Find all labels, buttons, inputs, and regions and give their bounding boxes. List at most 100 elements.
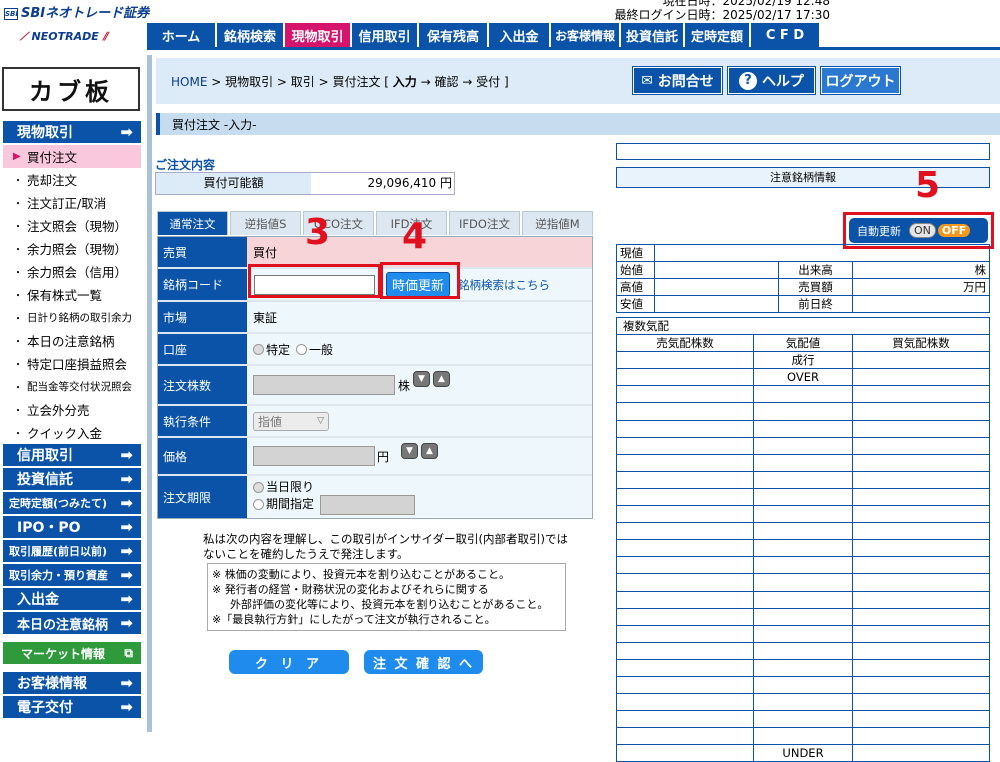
price-down-icon[interactable]: ▼ bbox=[401, 443, 419, 459]
table-row bbox=[616, 539, 990, 558]
sidebar-item-caution-stocks[interactable]: ・本日の注意銘柄 bbox=[3, 329, 141, 352]
logout-button[interactable]: ログアウト bbox=[820, 66, 901, 95]
stock-search-link[interactable]: 銘柄検索はこちら bbox=[458, 277, 550, 293]
sidebar-item-capacity-cash[interactable]: ・余力照会（現物） bbox=[3, 237, 141, 260]
table-row bbox=[616, 624, 990, 643]
sidebar-item-tokutei-pl[interactable]: ・特定口座損益照会 bbox=[3, 352, 141, 375]
annotation-number-4: 4 bbox=[402, 216, 428, 257]
arrow-right-icon: ➡ bbox=[120, 614, 133, 632]
tab-normal-order[interactable]: 通常注文 bbox=[157, 211, 228, 235]
sidebar-divider bbox=[147, 55, 152, 732]
arrow-right-icon: ➡ bbox=[120, 470, 133, 488]
auto-update-on[interactable]: ON bbox=[909, 223, 936, 238]
quantity-up-icon[interactable]: ▲ bbox=[433, 371, 451, 387]
sidebar-item-daytrade-capacity[interactable]: ・日計り銘柄の取引余力 bbox=[3, 306, 141, 329]
sidebar-section-ipo[interactable]: IPO・PO ➡ bbox=[3, 516, 141, 538]
nav-investment-trust[interactable]: 投資信託 bbox=[621, 23, 683, 48]
table-row bbox=[616, 693, 990, 712]
sidebar-section-margin[interactable]: 信用取引 ➡ bbox=[3, 444, 141, 466]
triangle-right-icon: ▶ bbox=[13, 151, 21, 162]
table-row bbox=[616, 402, 990, 421]
auto-update-off[interactable]: OFF bbox=[937, 224, 971, 237]
sidebar-section-caution[interactable]: 本日の注意銘柄 ➡ bbox=[3, 612, 141, 634]
price-input[interactable] bbox=[253, 446, 375, 466]
condition-select[interactable]: 指値 ▽ bbox=[253, 411, 329, 431]
nav-cfd[interactable]: C F D bbox=[751, 23, 819, 48]
nav-holdings[interactable]: 保有残高 bbox=[419, 23, 487, 48]
nav-deposit-withdrawal[interactable]: 入出金 bbox=[489, 23, 549, 48]
highlight-box-4 bbox=[380, 262, 460, 299]
chevron-down-icon: ▽ bbox=[317, 416, 324, 426]
breadcrumb-home[interactable]: HOME bbox=[171, 75, 207, 89]
kabuita-banner[interactable]: カブ板 bbox=[2, 67, 140, 111]
row-quantity: 注文株数株 ▼ ▲ bbox=[158, 366, 592, 406]
sidebar-section-tsumitate[interactable]: 定時定額(つみたて) ➡ bbox=[3, 492, 141, 514]
row-market: 市場 東証 bbox=[158, 302, 592, 334]
neotrade-logo: ⟋ NEOTRADE ⫽ bbox=[20, 30, 108, 43]
table-row bbox=[616, 385, 990, 404]
term-today-radio[interactable] bbox=[253, 481, 264, 493]
breadcrumb: HOME > 現物取引 > 取引 > 買付注文 [ 入力 → 確認 → 受付 ] bbox=[171, 75, 509, 89]
page-title: 買付注文 -入力- bbox=[156, 113, 1000, 135]
row-term: 注文期限 当日限り 期間指定 bbox=[158, 476, 592, 518]
sidebar-section-history[interactable]: 取引履歴(前日以前) ➡ bbox=[3, 540, 141, 562]
sidebar-market-info[interactable]: マーケット情報 ⧉ bbox=[3, 642, 141, 664]
sidebar-item-dividend-status[interactable]: ・配当金等交付状況照会 bbox=[3, 375, 141, 398]
sidebar-section-e-delivery[interactable]: 電子交付 ➡ bbox=[3, 696, 141, 718]
tab-stop-m[interactable]: 逆指値M bbox=[522, 211, 593, 235]
order-section-label: ご注文内容 bbox=[155, 158, 216, 172]
mail-icon: ✉ bbox=[641, 72, 653, 89]
table-row bbox=[616, 675, 990, 695]
account-tokutei-radio[interactable] bbox=[253, 343, 264, 355]
sidebar-item-buy-order[interactable]: ▶ 買付注文 bbox=[3, 145, 141, 168]
sidebar-section-deposit[interactable]: 入出金 ➡ bbox=[3, 588, 141, 610]
sidebar-section-investment-trust[interactable]: 投資信託 ➡ bbox=[3, 468, 141, 490]
table-row bbox=[616, 710, 990, 729]
table-row bbox=[616, 727, 990, 746]
arrow-right-icon: ➡ bbox=[120, 674, 133, 692]
term-period-radio[interactable] bbox=[253, 499, 264, 510]
price-up-icon[interactable]: ▲ bbox=[421, 443, 439, 459]
sidebar-item-sell-order[interactable]: ・売却注文 bbox=[3, 168, 141, 191]
nav-customer-info[interactable]: お客様情報 bbox=[551, 23, 619, 48]
confirm-order-button[interactable]: 注 文 確 認 へ bbox=[364, 650, 483, 674]
sidebar-item-holdings-list[interactable]: ・保有株式一覧 bbox=[3, 283, 141, 306]
account-general-radio[interactable] bbox=[296, 343, 308, 355]
sidebar-item-capacity-margin[interactable]: ・余力照会（信用） bbox=[3, 260, 141, 283]
nav-home[interactable]: ホーム bbox=[147, 23, 215, 48]
nav-regular-fixed[interactable]: 定時定額 bbox=[685, 23, 749, 48]
sidebar-section-cash-trading[interactable]: 現物取引 ➡ bbox=[3, 121, 141, 143]
term-date-input[interactable] bbox=[320, 494, 416, 515]
nav-cash-trading[interactable]: 現物取引 bbox=[285, 23, 350, 48]
arrow-right-icon: ➡ bbox=[120, 518, 133, 536]
sidebar-section-assets[interactable]: 取引余力・預り資産 ➡ bbox=[3, 564, 141, 586]
arrow-right-icon: ➡ bbox=[120, 123, 133, 141]
clear-button[interactable]: ク リ ア bbox=[229, 650, 349, 674]
nav-margin-trading[interactable]: 信用取引 bbox=[352, 23, 417, 48]
table-row bbox=[616, 658, 990, 677]
table-row bbox=[616, 470, 990, 489]
sidebar-item-order-cancel[interactable]: ・注文訂正/取消 bbox=[3, 191, 141, 214]
tab-ifdo[interactable]: IFDO注文 bbox=[449, 211, 520, 235]
row-condition: 執行条件 指値 ▽ bbox=[158, 406, 592, 438]
sidebar-item-quick-deposit[interactable]: ・クイック入金 bbox=[3, 421, 141, 444]
sidebar-section-customer[interactable]: お客様情報 ➡ bbox=[3, 672, 141, 694]
last-login-time: 最終ログイン日時：2025/02/17 17:30 bbox=[614, 8, 830, 22]
quantity-input[interactable] bbox=[253, 375, 395, 395]
sbi-logo[interactable]: SBI SBIネオトレード証券 bbox=[4, 2, 149, 21]
sidebar-item-order-inquiry[interactable]: ・注文照会（現物） bbox=[3, 214, 141, 237]
external-window-icon: ⧉ bbox=[124, 645, 133, 660]
tab-stop-s[interactable]: 逆指値S bbox=[230, 211, 301, 235]
book-row-under: UNDER bbox=[616, 744, 990, 762]
table-row bbox=[616, 487, 990, 507]
auto-update-toggle[interactable]: 自動更新 ON OFF bbox=[849, 218, 988, 243]
table-row bbox=[616, 453, 990, 472]
sidebar-item-off-auction[interactable]: ・立会外分売 bbox=[3, 398, 141, 421]
nav-stock-search[interactable]: 銘柄検索 bbox=[217, 23, 283, 48]
book-row-market: 成行 bbox=[616, 351, 990, 370]
info-empty-box bbox=[616, 143, 990, 160]
contact-button[interactable]: ✉ お問合せ bbox=[632, 66, 723, 95]
arrow-right-icon: ➡ bbox=[120, 494, 133, 512]
help-button[interactable]: ? ヘルプ bbox=[727, 66, 816, 95]
quantity-down-icon[interactable]: ▼ bbox=[413, 371, 431, 387]
